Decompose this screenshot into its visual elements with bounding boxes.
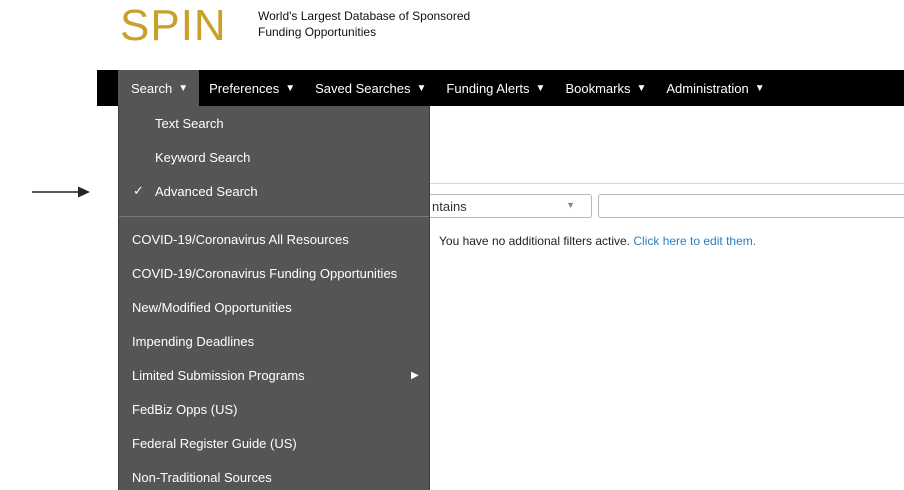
filter-operator-select[interactable]: ntains ▼ (428, 194, 592, 218)
menu-separator (119, 216, 429, 217)
nav-saved-searches-label: Saved Searches (315, 80, 411, 96)
chevron-down-icon: ▼ (285, 82, 296, 94)
tagline-line-2: Funding Opportunities (258, 25, 377, 39)
divider (428, 183, 904, 184)
chevron-right-icon: ▶ (411, 369, 419, 381)
chevron-down-icon: ▼ (178, 82, 189, 94)
nav-preferences[interactable]: Preferences ▼ (199, 70, 305, 106)
nav-bookmarks[interactable]: Bookmarks ▼ (555, 70, 656, 106)
nav-administration[interactable]: Administration ▼ (656, 70, 774, 106)
filter-operator-value: ntains (432, 199, 467, 214)
search-dropdown-menu: Text Search Keyword Search ✓ Advanced Se… (118, 106, 430, 490)
menu-item-keyword-search[interactable]: Keyword Search (119, 140, 429, 174)
menu-item-label: Keyword Search (155, 149, 251, 165)
pointer-arrow-icon (32, 186, 90, 198)
nav-funding-alerts-label: Funding Alerts (446, 80, 530, 96)
menu-item-label: COVID-19/Coronavirus All Resources (132, 231, 349, 247)
nav-search-label: Search (131, 80, 173, 96)
nav-saved-searches[interactable]: Saved Searches ▼ (305, 70, 436, 106)
checkmark-icon: ✓ (133, 183, 144, 198)
filters-note-text: You have no additional filters active. (439, 234, 634, 248)
menu-item-advanced-search[interactable]: ✓ Advanced Search (119, 174, 429, 208)
nav-funding-alerts[interactable]: Funding Alerts ▼ (436, 70, 555, 106)
menu-item-new-modified[interactable]: New/Modified Opportunities (119, 290, 429, 324)
menu-item-federal-register[interactable]: Federal Register Guide (US) (119, 426, 429, 460)
tagline-line-1: World's Largest Database of Sponsored (258, 9, 471, 23)
menu-item-covid-funding[interactable]: COVID-19/Coronavirus Funding Opportuniti… (119, 256, 429, 290)
menu-item-label: COVID-19/Coronavirus Funding Opportuniti… (132, 265, 398, 281)
tagline: World's Largest Database of Sponsored Fu… (258, 8, 470, 40)
menu-item-label: FedBiz Opps (US) (132, 401, 238, 417)
nav-preferences-label: Preferences (209, 80, 280, 96)
chevron-down-icon: ▼ (754, 82, 765, 94)
filter-value-input[interactable] (598, 194, 904, 218)
chevron-down-icon: ▼ (566, 200, 575, 210)
menu-item-label: Advanced Search (155, 183, 258, 199)
filters-note: You have no additional filters active. C… (439, 234, 756, 248)
main-navbar: Search ▼ Preferences ▼ Saved Searches ▼ … (97, 70, 904, 106)
menu-item-label: New/Modified Opportunities (132, 299, 292, 315)
chevron-down-icon: ▼ (416, 82, 427, 94)
spin-logo[interactable]: SPIN (120, 2, 227, 50)
chevron-down-icon: ▼ (535, 82, 546, 94)
edit-filters-link[interactable]: Click here to edit them. (633, 234, 756, 248)
nav-search[interactable]: Search ▼ (118, 70, 200, 106)
menu-item-limited-submission[interactable]: Limited Submission Programs ▶ (119, 358, 429, 392)
menu-item-label: Federal Register Guide (US) (132, 435, 297, 451)
menu-item-covid-all-resources[interactable]: COVID-19/Coronavirus All Resources (119, 222, 429, 256)
menu-item-label: Limited Submission Programs (132, 367, 305, 383)
nav-administration-label: Administration (666, 80, 749, 96)
menu-item-label: Non-Traditional Sources (132, 469, 272, 485)
menu-item-fedbiz-opps[interactable]: FedBiz Opps (US) (119, 392, 429, 426)
menu-item-label: Text Search (155, 115, 224, 131)
menu-item-impending-deadlines[interactable]: Impending Deadlines (119, 324, 429, 358)
chevron-down-icon: ▼ (636, 82, 647, 94)
nav-bookmarks-label: Bookmarks (565, 80, 631, 96)
menu-item-non-traditional[interactable]: Non-Traditional Sources (119, 460, 429, 490)
menu-item-text-search[interactable]: Text Search (119, 106, 429, 140)
menu-item-label: Impending Deadlines (132, 333, 255, 349)
